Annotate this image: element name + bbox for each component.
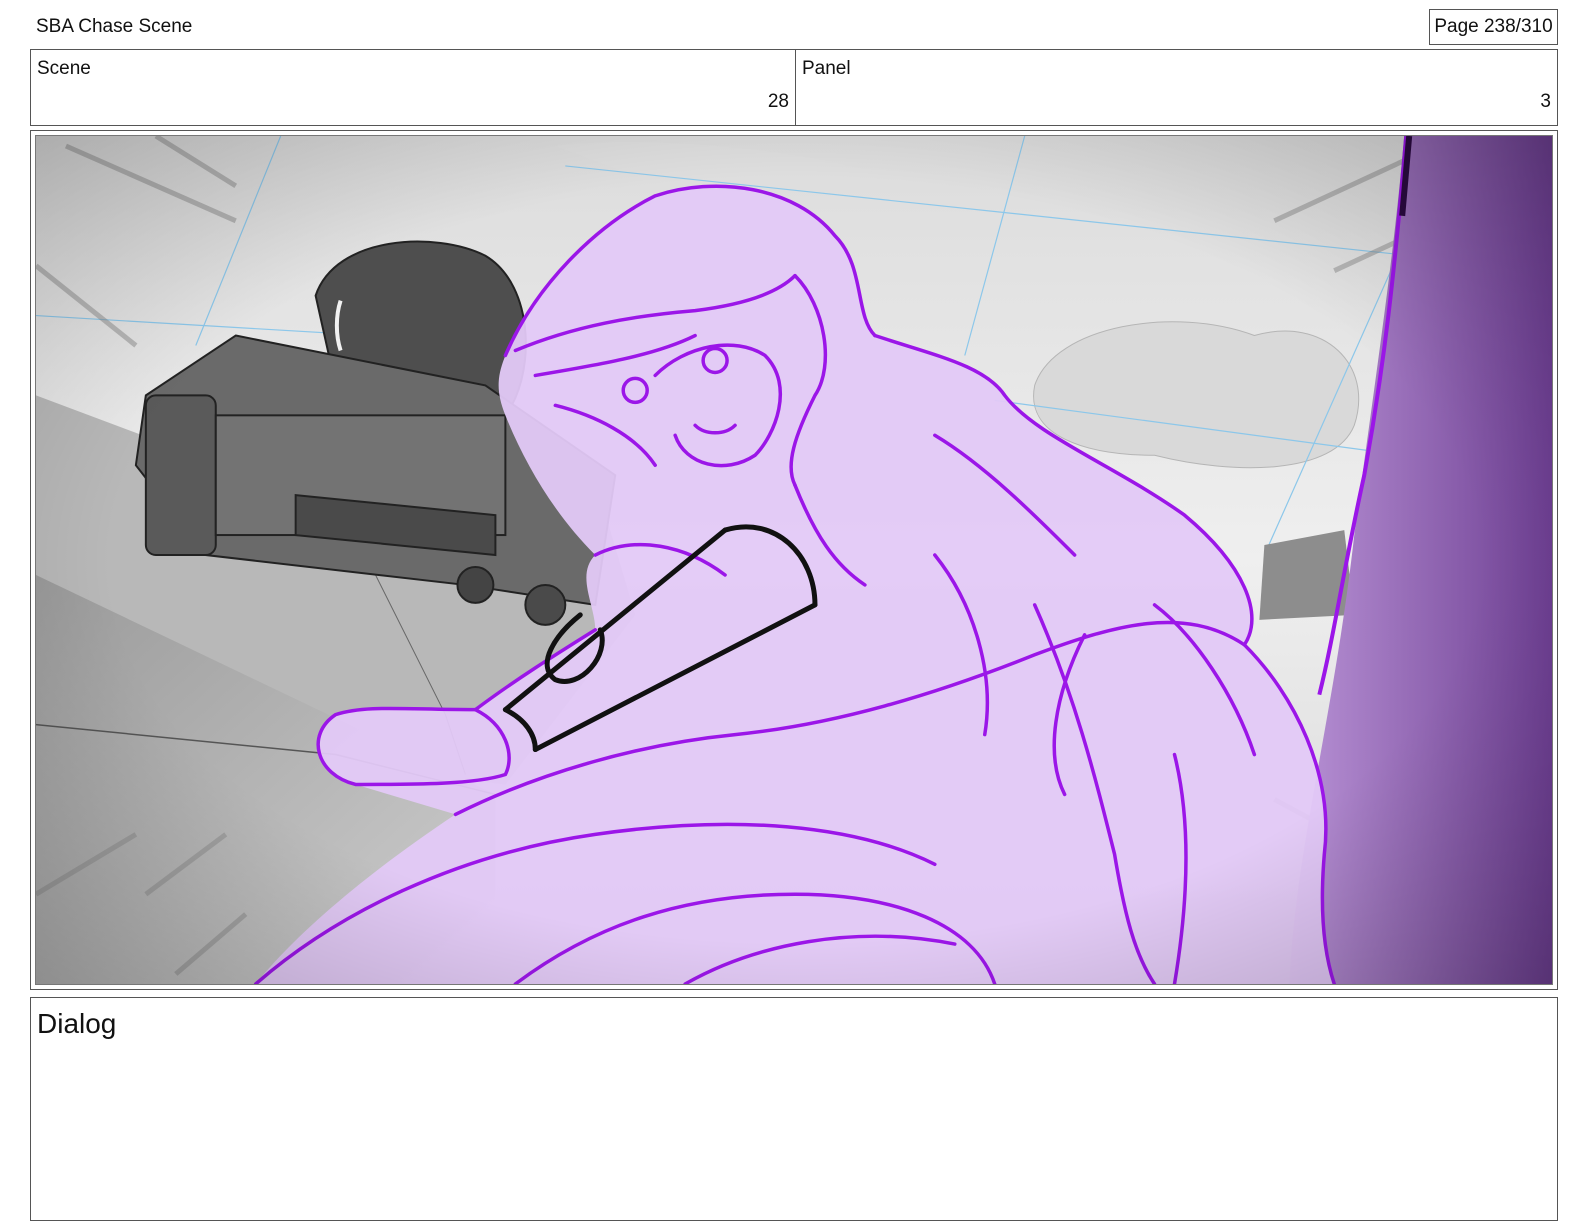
scene-number: 28 xyxy=(767,91,789,112)
scene-label: Scene xyxy=(37,58,91,79)
dialog-box: Dialog xyxy=(30,997,1558,1221)
panel-label: Panel xyxy=(802,58,851,79)
document-title: SBA Chase Scene xyxy=(36,16,193,37)
storyboard-sketch xyxy=(35,135,1553,985)
scene-cell: Scene 28 xyxy=(31,50,796,125)
panel-cell: Panel 3 xyxy=(796,50,1557,125)
storyboard-frame xyxy=(30,130,1558,990)
info-row: Scene 28 Panel 3 xyxy=(30,49,1558,126)
dialog-label: Dialog xyxy=(37,1008,117,1039)
panel-number: 3 xyxy=(1540,91,1551,112)
page-indicator: Page 238/310 xyxy=(1429,9,1558,45)
